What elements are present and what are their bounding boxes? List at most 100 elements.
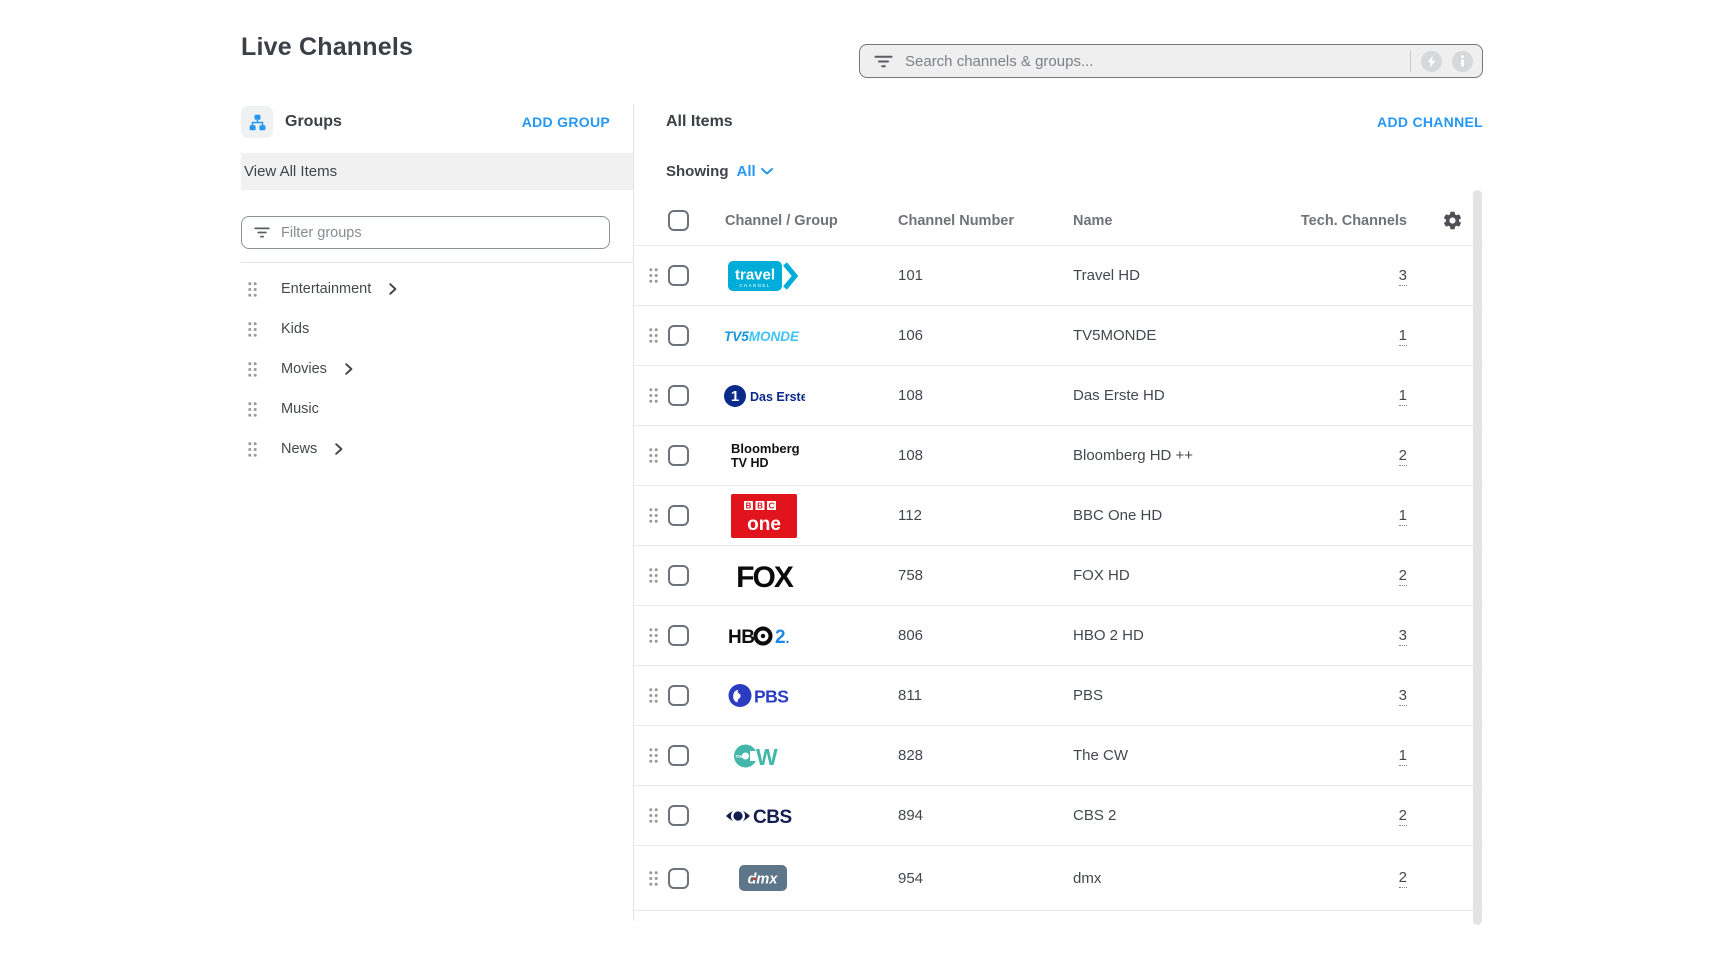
row-checkbox[interactable]: [668, 745, 689, 766]
channel-number: 112: [898, 507, 1073, 524]
drag-handle-icon[interactable]: [648, 507, 668, 524]
svg-text:TV HD: TV HD: [731, 456, 769, 470]
channels-table: Channel / Group Channel Number Name Tech…: [634, 196, 1483, 911]
channel-logo-pbs: PBS: [704, 669, 824, 723]
all-items-title: All Items: [666, 113, 733, 131]
chevron-right-icon[interactable]: [389, 283, 397, 295]
row-checkbox[interactable]: [668, 868, 689, 889]
row-checkbox[interactable]: [668, 385, 689, 406]
channel-name: BBC One HD: [1073, 507, 1300, 524]
filter-groups-box: [241, 216, 610, 249]
info-button[interactable]: [1452, 51, 1473, 72]
sidebar-group-item[interactable]: Music: [241, 389, 633, 429]
channel-name: Das Erste HD: [1073, 387, 1300, 404]
row-checkbox[interactable]: [668, 445, 689, 466]
svg-text:1: 1: [731, 388, 739, 405]
row-checkbox[interactable]: [668, 265, 689, 286]
channel-number: 758: [898, 567, 1073, 584]
channel-name: CBS 2: [1073, 807, 1300, 824]
channel-number: 108: [898, 387, 1073, 404]
row-checkbox[interactable]: [668, 325, 689, 346]
svg-text:CBS: CBS: [753, 807, 792, 828]
filter-groups-input[interactable]: [279, 224, 599, 242]
svg-text:W: W: [756, 744, 778, 770]
tech-channels-link[interactable]: 2: [1399, 567, 1407, 586]
channel-name: TV5MONDE: [1073, 327, 1300, 344]
svg-text:2: 2: [775, 627, 786, 648]
channel-logo-das-erste: 1 Das Erste: [704, 369, 824, 423]
tech-channels-link[interactable]: 3: [1399, 267, 1407, 286]
row-checkbox[interactable]: [668, 805, 689, 826]
table-row: travel CHANNEL 101 Travel HD 3: [634, 246, 1483, 306]
table-settings-button[interactable]: [1442, 210, 1463, 231]
select-all-checkbox[interactable]: [668, 210, 689, 231]
svg-text:CHANNEL: CHANNEL: [739, 283, 770, 288]
channel-logo-fox: FOX: [704, 549, 824, 603]
channel-logo-tv5monde: TV5MONDE: [704, 309, 824, 363]
sidebar-group-item[interactable]: Kids: [241, 309, 633, 349]
channel-number: 894: [898, 807, 1073, 824]
row-checkbox[interactable]: [668, 625, 689, 646]
channel-name: FOX HD: [1073, 567, 1300, 584]
filter-icon: [254, 227, 270, 238]
row-checkbox[interactable]: [668, 685, 689, 706]
channel-number: 828: [898, 747, 1073, 764]
channel-name: Travel HD: [1073, 267, 1300, 284]
tech-channels-link[interactable]: 2: [1399, 447, 1407, 466]
table-row: dmx 954 dmx 2: [634, 846, 1483, 911]
showing-dropdown[interactable]: All: [737, 163, 773, 180]
chevron-right-icon[interactable]: [345, 363, 353, 375]
tech-channels-link[interactable]: 2: [1399, 869, 1407, 888]
svg-text:HB: HB: [728, 627, 754, 648]
sidebar-group-item[interactable]: Entertainment: [241, 269, 633, 309]
drag-handle-icon[interactable]: [648, 627, 668, 644]
drag-handle-icon[interactable]: [648, 267, 668, 284]
tech-channels-link[interactable]: 1: [1399, 507, 1407, 526]
add-channel-button[interactable]: ADD CHANNEL: [1377, 114, 1483, 130]
row-checkbox[interactable]: [668, 505, 689, 526]
showing-label: Showing: [666, 163, 729, 180]
column-name: Name: [1073, 213, 1300, 229]
drag-handle-icon[interactable]: [648, 567, 668, 584]
chevron-right-icon[interactable]: [335, 443, 343, 455]
drag-handle-icon[interactable]: [648, 327, 668, 344]
view-all-items[interactable]: View All Items: [241, 153, 633, 190]
add-group-button[interactable]: ADD GROUP: [522, 114, 610, 130]
sidebar-group-item[interactable]: News: [241, 429, 633, 469]
drag-handle-icon[interactable]: [648, 807, 668, 824]
tech-channels-link[interactable]: 3: [1399, 687, 1407, 706]
drag-handle-icon[interactable]: [648, 747, 668, 764]
drag-handle-icon[interactable]: [247, 361, 258, 378]
drag-handle-icon[interactable]: [247, 441, 258, 458]
channel-logo-bbc-one: B B C one: [704, 489, 824, 543]
drag-handle-icon[interactable]: [247, 281, 258, 298]
lightning-button[interactable]: [1421, 51, 1442, 72]
tech-channels-link[interactable]: 1: [1399, 327, 1407, 346]
channel-name: dmx: [1073, 870, 1300, 887]
sidebar-group-item[interactable]: Movies: [241, 349, 633, 389]
channel-logo-the-cw: THE W: [704, 729, 824, 783]
drag-handle-icon[interactable]: [648, 447, 668, 464]
row-checkbox[interactable]: [668, 565, 689, 586]
channel-logo-travel-channel: travel CHANNEL: [704, 249, 824, 303]
tech-channels-link[interactable]: 1: [1399, 387, 1407, 406]
showing-filter: Showing All: [666, 158, 773, 184]
lightning-icon: [1426, 55, 1437, 68]
search-input[interactable]: [903, 52, 1400, 71]
tech-channels-link[interactable]: 1: [1399, 747, 1407, 766]
tech-channels-link[interactable]: 2: [1399, 807, 1407, 826]
drag-handle-icon[interactable]: [648, 387, 668, 404]
drag-handle-icon[interactable]: [247, 321, 258, 338]
tech-channels-link[interactable]: 3: [1399, 627, 1407, 646]
drag-handle-icon[interactable]: [648, 687, 668, 704]
svg-text:C: C: [769, 501, 775, 510]
table-scrollbar[interactable]: [1473, 190, 1482, 925]
drag-handle-icon[interactable]: [648, 870, 668, 887]
channel-logo-dmx: dmx: [704, 851, 824, 905]
search-divider: [1410, 51, 1411, 72]
showing-value: All: [737, 163, 756, 180]
table-row: CBS 894 CBS 2 2: [634, 786, 1483, 846]
drag-handle-icon[interactable]: [247, 401, 258, 418]
svg-text:B: B: [746, 501, 752, 510]
groups-panel-title: Groups: [285, 113, 342, 131]
